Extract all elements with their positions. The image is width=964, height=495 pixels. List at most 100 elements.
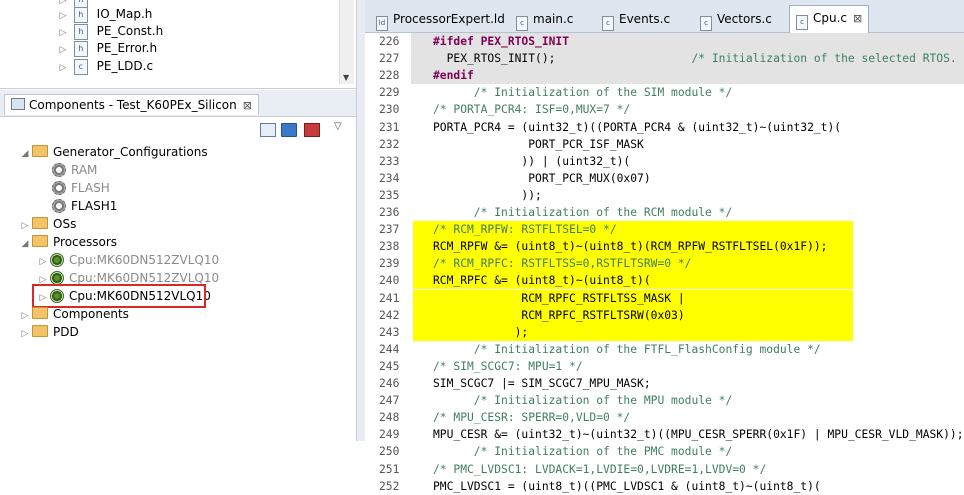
tree-item-pdd[interactable]: ▷ PDD [18,323,79,341]
expand-arrow-icon[interactable]: ▷ [18,325,32,343]
line-number: 248 [379,411,400,425]
link-editor-icon[interactable] [304,123,320,137]
header-file-icon: h [73,40,88,57]
cpu-icon [50,253,64,267]
code-line[interactable]: 233 )) | (uint32_t)( [365,153,964,170]
cpu-icon [50,271,64,285]
code-line[interactable]: 232 PORT_PCR_ISF_MASK [365,136,964,153]
left-panel: ▷ h ▷ h IO_Map.h ▷ h PE_Const.h ▷ h PE_E… [0,0,356,441]
code-line[interactable]: 244 /* Initialization of the FTFL_FlashC… [365,341,964,358]
line-number: 246 [379,377,400,390]
code-line[interactable]: 238 RCM_RPFW &= (uint8_t)~(uint8_t)(RCM_R… [365,238,964,256]
ld-file-icon: ld [376,16,388,31]
line-text: RCM_RPFC &= (uint8_t)~(uint8_t)( [433,274,651,288]
code-line[interactable]: 250 /* Initialization of the PMC module … [365,443,964,460]
code-line[interactable]: 229 /* Initialization of the SIM module … [365,84,964,101]
line-text: )); [433,188,542,202]
tree-item-generator-configurations[interactable]: ◢ Generator_Configurations [18,143,208,161]
line-background [411,67,964,85]
components-tab-title: Components - Test_K60PEx_Silicon [29,98,237,112]
tree-item-pe-ldd[interactable]: ▷ c PE_LDD.c [56,57,153,75]
tree-item-flash[interactable]: FLASH [52,179,110,197]
line-number: 242 [379,308,400,322]
close-icon[interactable]: ⊠ [243,99,252,112]
tab-label: Vectors.c [717,12,772,26]
line-number: 250 [379,445,400,459]
code-line[interactable]: 231 PORTA_PCR4 = (uint32_t)((PORTA_PCR4 &… [365,119,964,136]
scroll-down-icon[interactable]: ▼ [343,73,349,82]
tab-processorexpert-ld[interactable]: ld ProcessorExpert.ld [369,6,512,31]
line-number: 227 [379,52,400,66]
tree-item-io-map[interactable]: ▷ h IO_Map.h [56,5,152,23]
expand-arrow-icon[interactable]: ▷ [56,59,70,77]
tab-vectors-c[interactable]: c Vectors.c [693,6,779,31]
code-line[interactable]: 252 PMC_LVDSC1 = (uint8_t)((PMC_LVDSC1 & … [365,478,964,495]
project-scrollbar[interactable]: ▼ [339,0,354,84]
tab-main-c[interactable]: c main.c [509,6,580,31]
code-line[interactable]: 251 /* PMC_LVDSC1: LVDACK=1,LVDIE=0,LVDRE… [365,461,964,478]
tree-item-pe-error[interactable]: ▷ h PE_Error.h [56,39,157,57]
code-line[interactable]: 230 /* PORTA_PCR4: ISF=0,MUX=7 */ [365,101,964,118]
tab-label: Cpu.c [813,11,848,25]
code-line[interactable]: 236 /* Initialization of the RCM module … [365,204,964,221]
line-text: /* PMC_LVDSC1: LVDACK=1,LVDIE=0,LVDRE=1,… [433,462,767,476]
tree-item-oss[interactable]: ▷ OSs [18,215,76,233]
header-file-icon: h [73,23,88,40]
tree-item-label: PE_LDD.c [96,59,154,73]
tree-item-components[interactable]: ▷ Components [18,305,129,323]
tree-item-cpu-zvlq10-1[interactable]: ▷ Cpu:MK60DN512ZVLQ10 [36,251,219,269]
tree-item-label: Processors [53,235,118,249]
panel-splitter[interactable] [356,0,365,441]
components-toolbar: ▽ [0,117,356,141]
tree-item-processors[interactable]: ◢ Processors [18,233,117,251]
line-number: 251 [379,462,400,476]
line-text: PEX_RTOS_INIT(); /* Initialization of th… [433,52,957,66]
collapse-all-icon[interactable] [260,123,276,137]
code-line[interactable]: 247 /* Initialization of the MPU module … [365,392,964,409]
line-number: 235 [379,188,400,202]
line-text: /* Initialization of the SIM module */ [433,86,733,100]
line-number: 239 [379,257,400,271]
tab-label: Events.c [619,12,671,26]
code-editor[interactable]: 226 #ifdef PEX_RTOS_INIT 227 PEX_RTOS_INIT… [365,33,964,493]
code-line[interactable]: 234 PORT_PCR_MUX(0x07) [365,170,964,187]
line-text: /* RCM_RPFC: RSTFLTSS=0,RSTFLTSRW=0 */ [433,257,692,271]
line-text: PORT_PCR_MUX(0x07) [433,171,651,185]
line-text: #endif [433,69,474,83]
collapse-arrow-icon[interactable]: ◢ [18,235,32,253]
code-line[interactable]: 241 RCM_RPFC_RSTFLTSS_MASK | [365,289,964,307]
tree-item-ram[interactable]: RAM [52,161,97,179]
tree-item-label: FLASH1 [71,199,118,213]
code-line[interactable]: 243 ); [365,323,964,341]
code-line[interactable]: 227 PEX_RTOS_INIT(); /* Initialization o… [365,50,964,68]
line-text: PMC_LVDSC1 = (uint8_t)((PMC_LVDSC1 & (ui… [433,479,821,493]
line-text: /* SIM_SCGC7: MPU=1 */ [433,359,583,373]
code-line[interactable]: 245 /* SIM_SCGC7: MPU=1 */ [365,358,964,375]
code-line[interactable]: 242 RCM_RPFC_RSTFLTSRW(0x03) [365,306,964,324]
code-line[interactable]: 246 SIM_SCGC7 |= SIM_SCGC7_MPU_MASK; [365,375,964,392]
view-menu-icon[interactable]: ▽ [334,121,342,132]
close-icon[interactable]: ⊠ [853,12,862,25]
code-line[interactable]: 240 RCM_RPFC &= (uint8_t)~(uint8_t)( [365,272,964,290]
code-line[interactable]: 235 )); [365,187,964,204]
tab-cpu-c[interactable]: c Cpu.c ⊠ [789,5,870,33]
tree-item-label: OSs [53,217,77,231]
code-line[interactable]: 239 /* RCM_RPFC: RSTFLTSS=0,RSTFLTSRW=0 *… [365,255,964,273]
components-view-header: Components - Test_K60PEx_Silicon ⊠ [0,90,356,117]
tab-events-c[interactable]: c Events.c [595,6,677,31]
tree-item-label: RAM [71,163,98,177]
tree-item-pe-const[interactable]: ▷ h PE_Const.h [56,22,163,40]
code-line[interactable]: 228 #endif [365,67,964,85]
tab-components[interactable]: Components - Test_K60PEx_Silicon ⊠ [4,94,259,115]
tree-item-label: Generator_Configurations [53,145,208,159]
code-line[interactable]: 237 /* RCM_RPFW: RSTFLTSEL=0 */ [365,221,964,239]
code-line[interactable]: 248 /* MPU_CESR: SPERR=0,VLD=0 */ [365,409,964,426]
tree-item-flash1[interactable]: FLASH1 [52,197,117,215]
collapse-arrow-icon[interactable]: ◢ [18,145,32,163]
folder-icon[interactable] [281,123,297,137]
code-line[interactable]: 226 #ifdef PEX_RTOS_INIT [365,33,964,51]
line-number: 228 [379,69,400,83]
line-text: /* Initialization of the MPU module */ [433,394,733,408]
line-number: 244 [379,342,400,356]
line-text: /* PORTA_PCR4: ISF=0,MUX=7 */ [433,103,631,117]
